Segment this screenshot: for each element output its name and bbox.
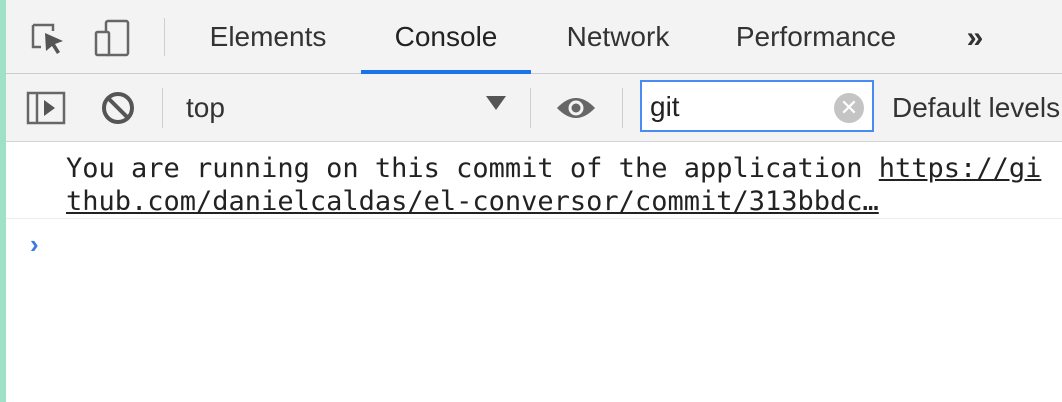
filter-input[interactable] <box>650 88 830 126</box>
toolbar-divider <box>622 88 623 128</box>
console-log-message: You are running on this commit of the ap… <box>6 142 1062 219</box>
dropdown-arrow-icon[interactable] <box>486 96 506 110</box>
console-messages: You are running on this commit of the ap… <box>6 142 1062 402</box>
tab-performance[interactable]: Performance <box>718 0 914 74</box>
device-toolbar-icon[interactable] <box>92 18 132 58</box>
inspect-element-icon[interactable] <box>28 18 68 58</box>
more-tabs-button[interactable]: » <box>952 18 998 58</box>
show-sidebar-icon[interactable] <box>24 86 68 130</box>
console-prompt-icon[interactable]: › <box>30 231 50 257</box>
log-message-body: You are running on this commit of the ap… <box>66 153 879 184</box>
log-levels-dropdown[interactable]: Default levels <box>892 88 1060 128</box>
live-expression-eye-icon[interactable] <box>554 86 598 130</box>
tab-divider <box>164 18 165 56</box>
log-message-text: You are running on this commit of the ap… <box>66 152 1056 220</box>
console-filter-field[interactable]: ✕ <box>640 80 874 132</box>
tab-network[interactable]: Network <box>546 0 690 74</box>
tab-console[interactable]: Console <box>361 0 531 74</box>
devtools-tabbar: Elements Console Network Performance » <box>6 0 1062 74</box>
clear-filter-icon[interactable]: ✕ <box>834 93 864 123</box>
context-selector[interactable]: top <box>186 88 225 128</box>
clear-console-icon[interactable] <box>98 86 138 130</box>
tab-elements[interactable]: Elements <box>192 0 344 74</box>
toolbar-divider <box>162 88 163 128</box>
console-toolbar: top ✕ Default levels <box>6 74 1062 142</box>
toolbar-divider <box>530 88 531 128</box>
